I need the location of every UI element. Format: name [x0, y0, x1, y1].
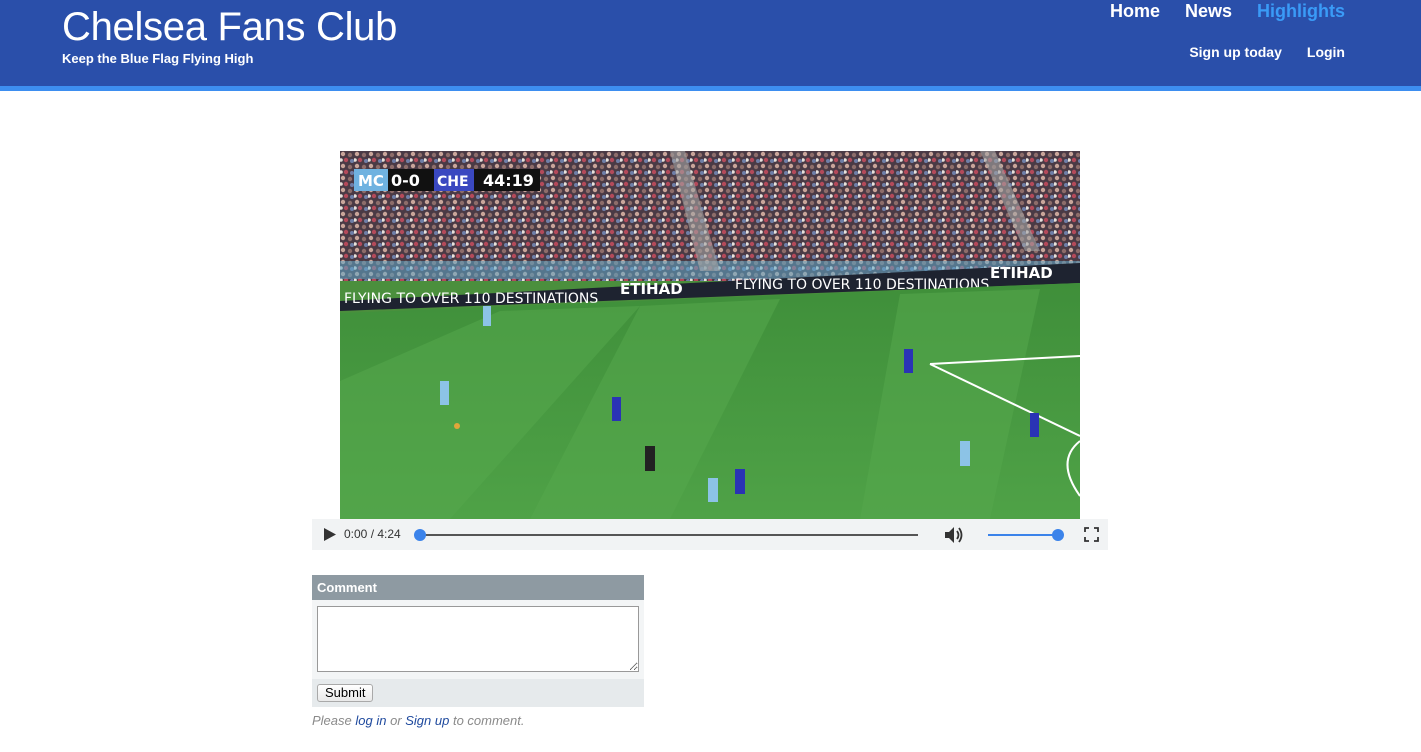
comment-login-note: Please log in or Sign up to comment. [312, 713, 644, 728]
site-header: Chelsea Fans Club Keep the Blue Flag Fly… [0, 0, 1421, 86]
scoreboard-home: MC [358, 172, 384, 190]
site-title[interactable]: Chelsea Fans Club [62, 4, 397, 50]
scoreboard: MC 0-0 CHE 44:19 [354, 169, 540, 191]
video-time: 0:00 / 4:24 [344, 527, 401, 541]
ad-board-text-4: ETIHAD [990, 264, 1053, 282]
primary-nav: Home News Highlights [1110, 0, 1345, 22]
nav-news-link[interactable]: News [1185, 0, 1232, 22]
progress-track[interactable] [420, 534, 918, 536]
volume-slider-track[interactable] [988, 534, 1058, 536]
nav-highlights-link[interactable]: Highlights [1257, 0, 1345, 22]
comment-heading: Comment [312, 575, 644, 600]
comment-actions: Submit [312, 679, 644, 707]
nav-signup-link[interactable]: Sign up today [1189, 44, 1282, 61]
comment-textarea[interactable] [317, 606, 639, 672]
note-suffix: to comment. [449, 713, 525, 728]
fullscreen-icon[interactable] [1084, 527, 1099, 542]
secondary-nav: Sign up today Login [1189, 44, 1345, 61]
header-accent-stripe [0, 86, 1421, 91]
video-frame[interactable]: FLYING TO OVER 110 DESTINATIONS ETIHAD F… [340, 151, 1080, 519]
volume-icon[interactable] [944, 526, 964, 544]
nav-login-link[interactable]: Login [1307, 44, 1345, 61]
scoreboard-away: CHE [437, 174, 469, 190]
video-player[interactable]: FLYING TO OVER 110 DESTINATIONS ETIHAD F… [312, 151, 1108, 550]
signup-link[interactable]: Sign up [405, 713, 449, 728]
login-link[interactable]: log in [355, 713, 386, 728]
play-icon[interactable] [323, 527, 337, 542]
note-prefix: Please [312, 713, 356, 728]
volume-slider-thumb[interactable] [1052, 529, 1064, 541]
progress-thumb[interactable] [414, 529, 426, 541]
submit-button[interactable]: Submit [317, 684, 374, 702]
comment-section: Comment Submit Please log in or Sign up … [312, 575, 644, 728]
scoreboard-score: 0-0 [391, 171, 420, 190]
video-still-image: FLYING TO OVER 110 DESTINATIONS ETIHAD F… [340, 151, 1080, 519]
video-controls: 0:00 / 4:24 [312, 519, 1108, 550]
note-or: or [386, 713, 406, 728]
comment-body [312, 600, 644, 679]
nav-home-link[interactable]: Home [1110, 0, 1160, 22]
ad-board-text-2: ETIHAD [620, 280, 683, 298]
site-tagline: Keep the Blue Flag Flying High [62, 51, 254, 66]
scoreboard-clock: 44:19 [483, 171, 534, 190]
